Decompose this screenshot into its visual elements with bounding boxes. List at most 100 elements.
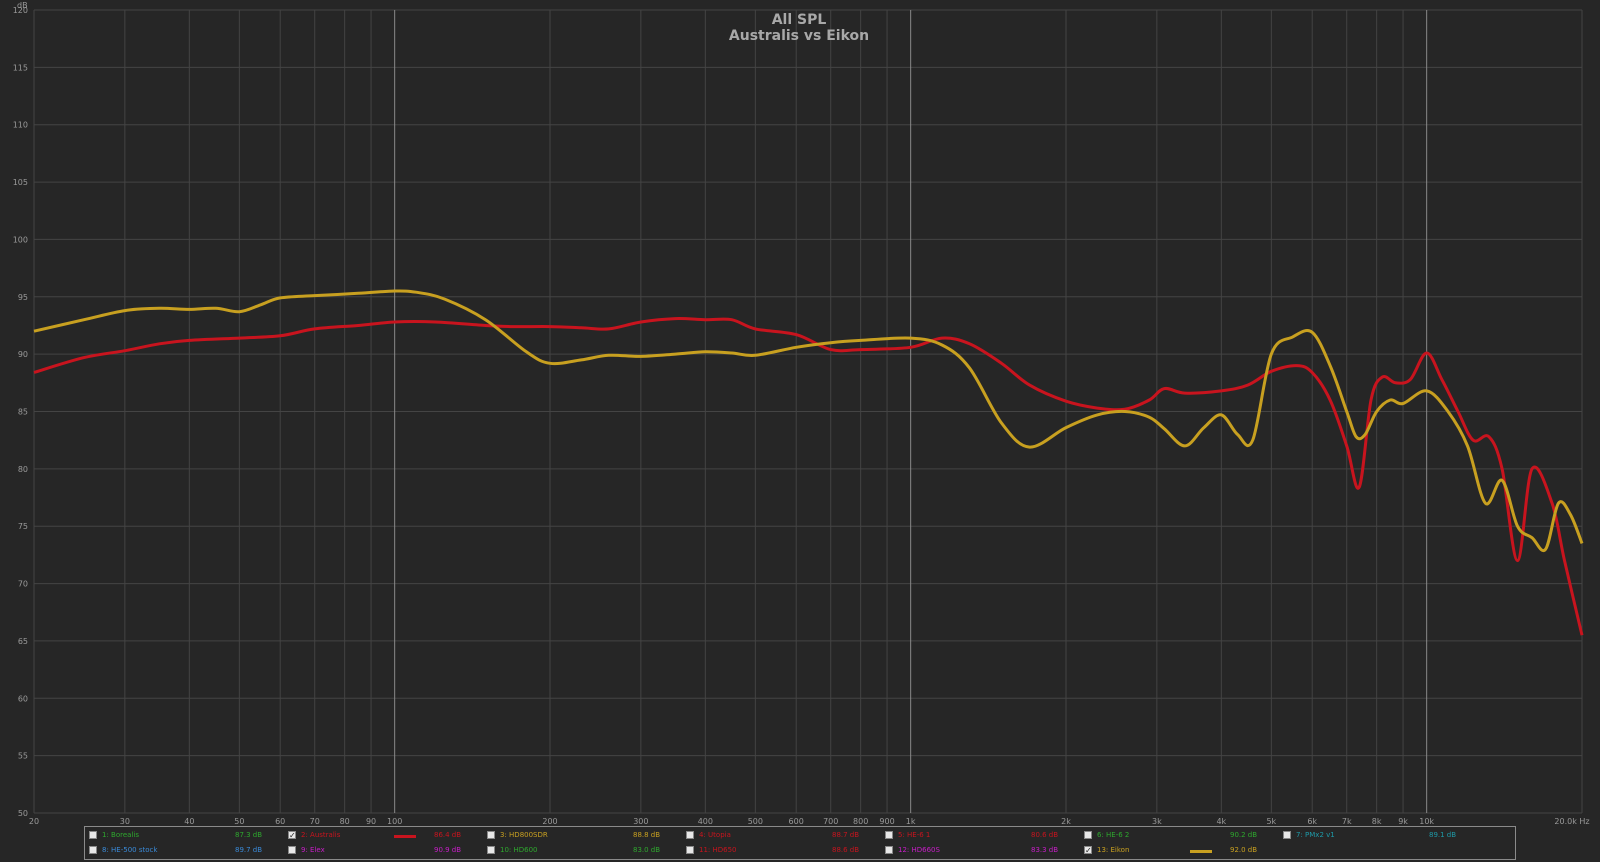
x-tick-label: 9k	[1398, 817, 1408, 826]
legend-checkbox[interactable]	[686, 846, 694, 854]
legend-checkbox[interactable]	[487, 831, 495, 839]
x-tick-label: 5k	[1266, 817, 1276, 826]
legend-checkbox[interactable]	[1084, 831, 1092, 839]
legend-series-value: 86.4 dB	[434, 831, 462, 839]
x-tick-label: 60	[275, 817, 285, 826]
x-tick-label: 1k	[906, 817, 916, 826]
legend-checkbox[interactable]	[885, 846, 893, 854]
chart-subtitle: Australis vs Eikon	[729, 28, 869, 44]
x-tick-label: 40	[184, 817, 194, 826]
legend-item[interactable]: 12: HD660S 83.3 dB	[881, 844, 1081, 858]
legend-series-name: 13: Eikon	[1097, 846, 1130, 854]
y-tick-label: 105	[13, 178, 28, 187]
x-tick-label: 500	[748, 817, 763, 826]
x-tick-label: 700	[823, 817, 838, 826]
legend-line-swatch	[1190, 850, 1212, 853]
legend-item[interactable]: 7: PMx2 v1 89.1 dB	[1279, 829, 1479, 843]
x-tick-label: 2k	[1061, 817, 1071, 826]
legend-checkbox[interactable]	[885, 831, 893, 839]
y-tick-label: 80	[18, 465, 28, 474]
x-tick-label: 80	[340, 817, 350, 826]
x-tick-label: 7k	[1342, 817, 1352, 826]
x-tick-label: 800	[853, 817, 868, 826]
spl-chart: 5055606570758085909510010511011512020 30 4…	[13, 1, 1590, 826]
legend-item[interactable]: 10: HD600 83.0 dB	[483, 844, 683, 858]
y-tick-label: 115	[13, 63, 28, 72]
x-tick-label: 400	[698, 817, 713, 826]
legend-series-value: 87.3 dB	[235, 831, 263, 839]
x-tick-label: 4k	[1216, 817, 1226, 826]
legend-series-value: 90.9 dB	[434, 846, 462, 854]
x-tick-label: 600	[789, 817, 804, 826]
y-tick-label: 90	[18, 350, 28, 359]
legend-series-name: 7: PMx2 v1	[1296, 831, 1335, 839]
legend-item[interactable]: 6: HE-6 2 90.2 dB	[1080, 829, 1280, 843]
y-tick-label: 110	[13, 121, 28, 130]
legend-series-value: 80.6 dB	[1031, 831, 1059, 839]
x-tick-label: 20	[29, 817, 39, 826]
x-tick-label: 100	[387, 817, 402, 826]
y-tick-label: 75	[18, 522, 28, 531]
legend-series-value: 83.3 dB	[1031, 846, 1059, 854]
x-tick-label: 300	[633, 817, 648, 826]
chart-title: All SPL	[772, 12, 827, 28]
legend-line-swatch	[394, 835, 416, 838]
legend-item[interactable]: 9: Elex 90.9 dB	[284, 844, 484, 858]
y-tick-label: 85	[18, 408, 28, 417]
legend-series-value: 83.0 dB	[633, 846, 661, 854]
y-tick-label: 100	[13, 235, 28, 244]
y-tick-label: 55	[18, 752, 28, 761]
y-tick-label: 50	[18, 809, 28, 818]
legend-item[interactable]: 4: Utopia 88.7 dB	[682, 829, 882, 843]
y-tick-label: 70	[18, 580, 28, 589]
legend-series-name: 12: HD660S	[898, 846, 940, 854]
x-tick-label: 90	[366, 817, 376, 826]
legend-checkbox[interactable]	[1283, 831, 1291, 839]
legend-series-value: 90.2 dB	[1230, 831, 1258, 839]
x-tick-label: 6k	[1307, 817, 1317, 826]
x-tick-label: 900	[879, 817, 894, 826]
legend-checkbox[interactable]: ✓	[1084, 846, 1092, 855]
x-tick-label: 10k	[1419, 817, 1434, 826]
legend-checkbox[interactable]	[288, 846, 296, 854]
legend-series-value: 92.0 dB	[1230, 846, 1258, 854]
legend-checkbox[interactable]	[89, 831, 97, 839]
legend-item[interactable]: 1: Borealis 87.3 dB	[85, 829, 285, 843]
x-tick-label: 200	[542, 817, 557, 826]
legend-item[interactable]: 5: HE-6 1 80.6 dB	[881, 829, 1081, 843]
legend-series-name: 4: Utopia	[699, 831, 731, 839]
legend-series-name: 10: HD600	[500, 846, 538, 854]
legend-series-name: 9: Elex	[301, 846, 325, 854]
legend-checkbox[interactable]	[89, 846, 97, 854]
legend-series-value: 88.6 dB	[832, 846, 860, 854]
legend-series-value: 88.8 dB	[633, 831, 661, 839]
legend-checkbox[interactable]	[686, 831, 694, 839]
legend-checkbox[interactable]: ✓	[288, 831, 296, 840]
legend-checkbox[interactable]	[487, 846, 495, 854]
x-tick-label: 8k	[1372, 817, 1382, 826]
x-tick-label: 20.0k Hz	[1554, 817, 1589, 826]
legend-series-name: 5: HE-6 1	[898, 831, 931, 839]
legend-series-value: 88.7 dB	[832, 831, 860, 839]
legend-item[interactable]: 3: HD800SDR 88.8 dB	[483, 829, 683, 843]
legend-series-name: 8: HE-500 stock	[102, 846, 158, 854]
legend-series-value: 89.1 dB	[1429, 831, 1457, 839]
legend-item[interactable]: 11: HD650 88.6 dB	[682, 844, 882, 858]
legend-item[interactable]: ✓ 2: Australis 86.4 dB	[284, 829, 484, 843]
legend-panel: 1: Borealis 87.3 dB ✓ 2: Australis 86.4 dB 3:…	[84, 826, 1516, 860]
x-tick-label: 3k	[1152, 817, 1162, 826]
y-tick-label: 60	[18, 694, 28, 703]
legend-item[interactable]: ✓ 13: Eikon 92.0 dB	[1080, 844, 1280, 858]
legend-series-name: 1: Borealis	[102, 831, 139, 839]
legend-series-name: 6: HE-6 2	[1097, 831, 1130, 839]
legend-series-value: 89.7 dB	[235, 846, 263, 854]
legend-series-name: 11: HD650	[699, 846, 737, 854]
y-tick-label: 65	[18, 637, 28, 646]
legend-series-name: 2: Australis	[301, 831, 341, 839]
y-axis-label: dB	[17, 1, 28, 10]
x-tick-label: 70	[310, 817, 320, 826]
legend-series-name: 3: HD800SDR	[500, 831, 548, 839]
x-tick-label: 30	[120, 817, 130, 826]
y-tick-label: 95	[18, 293, 28, 302]
legend-item[interactable]: 8: HE-500 stock 89.7 dB	[85, 844, 285, 858]
